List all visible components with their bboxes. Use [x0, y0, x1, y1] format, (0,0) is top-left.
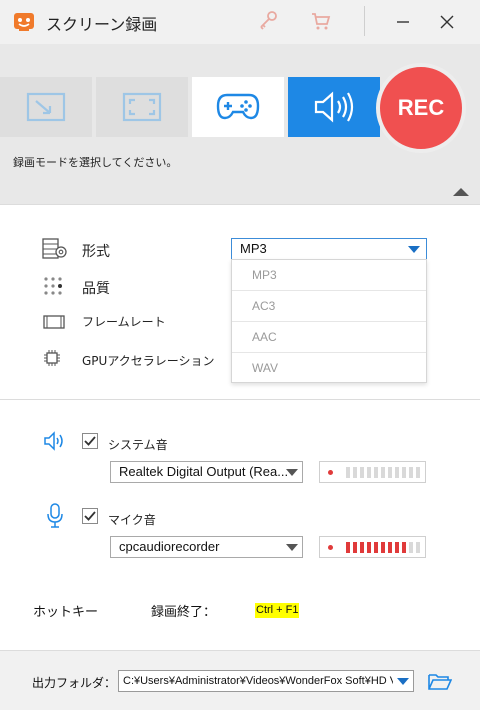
level-bar	[402, 467, 406, 478]
format-select-value: MP3	[240, 241, 267, 256]
gpu-chip-icon	[44, 350, 60, 366]
format-option[interactable]: WAV	[232, 353, 426, 384]
fullscreen-icon	[122, 92, 162, 122]
framerate-icon	[43, 315, 65, 329]
level-bar	[374, 467, 378, 478]
divider	[0, 204, 480, 205]
mic-label: マイク音	[108, 513, 156, 527]
level-indicator-dot	[328, 545, 333, 550]
level-bar	[374, 542, 378, 553]
level-bar	[395, 467, 399, 478]
level-bar	[353, 542, 357, 553]
hotkey-action-label: 録画終了：	[151, 605, 217, 620]
mode-region-button[interactable]	[0, 77, 92, 137]
level-bar	[346, 467, 350, 478]
level-bar	[381, 467, 385, 478]
titlebar-divider	[364, 6, 365, 36]
mode-audio-button[interactable]	[288, 77, 380, 137]
cart-icon[interactable]	[309, 9, 333, 33]
level-bar	[416, 467, 420, 478]
level-bar	[367, 467, 371, 478]
level-bar	[388, 467, 392, 478]
level-bar	[367, 542, 371, 553]
level-bar	[360, 542, 364, 553]
format-settings-icon	[42, 238, 67, 259]
mode-game-button[interactable]	[192, 77, 284, 137]
level-bar	[388, 542, 392, 553]
window-title: スクリーン録画	[46, 15, 158, 34]
format-option[interactable]: MP3	[232, 260, 426, 291]
divider	[0, 399, 480, 400]
output-folder-label: 出力フォルダ：	[32, 676, 117, 690]
level-bar	[346, 542, 350, 553]
hotkey-section-label: ホットキー	[33, 605, 99, 620]
rec-button[interactable]: REC	[376, 63, 466, 153]
output-path-value: C:¥Users¥Administrator¥Videos¥WonderFox …	[123, 675, 413, 687]
mic-device-value: cpcaudiorecorder	[119, 539, 220, 554]
gamepad-icon	[216, 93, 260, 120]
key-icon[interactable]	[256, 9, 280, 33]
level-bar	[381, 542, 385, 553]
mic-checkbox[interactable]	[82, 508, 98, 524]
hotkey-combo[interactable]: Ctrl + F1	[255, 603, 300, 618]
chevron-down-icon	[397, 678, 409, 685]
level-bar	[409, 542, 413, 553]
checkmark-icon	[84, 436, 96, 446]
mic-device-select[interactable]: cpcaudiorecorder	[110, 536, 303, 558]
level-bar	[395, 542, 399, 553]
speaker-icon	[314, 91, 354, 123]
level-bar	[402, 542, 406, 553]
system-sound-checkbox[interactable]	[82, 433, 98, 449]
system-sound-label: システム音	[108, 438, 168, 452]
gpu-label: GPUアクセラレーション	[82, 354, 215, 368]
level-bar	[360, 467, 364, 478]
title-bar: スクリーン録画	[0, 0, 480, 44]
level-bar	[416, 542, 420, 553]
output-path-dropdown-button[interactable]	[393, 671, 413, 691]
chevron-down-icon	[286, 544, 298, 551]
system-sound-device-value: Realtek Digital Output (Rea...	[119, 464, 289, 479]
level-indicator-dot	[328, 470, 333, 475]
mode-hint-text: 録画モードを選択してください。	[13, 156, 178, 169]
mic-level-meter	[319, 536, 426, 558]
region-capture-icon	[26, 92, 66, 122]
chevron-down-icon	[408, 246, 420, 253]
format-option[interactable]: AAC	[232, 322, 426, 353]
collapse-arrow-icon[interactable]	[453, 188, 469, 196]
minimize-button[interactable]	[388, 8, 418, 36]
quality-label: 品質	[82, 281, 110, 297]
close-button[interactable]	[432, 8, 462, 36]
microphone-icon	[47, 503, 63, 528]
app-logo-icon	[14, 13, 34, 31]
chevron-down-icon	[286, 469, 298, 476]
framerate-label: フレームレート	[82, 315, 166, 329]
system-sound-speaker-icon	[44, 431, 63, 451]
format-option[interactable]: AC3	[232, 291, 426, 322]
system-sound-level-meter	[319, 461, 426, 483]
folder-open-icon[interactable]	[428, 673, 452, 691]
level-bar	[409, 467, 413, 478]
level-bar	[353, 467, 357, 478]
output-path-input[interactable]: C:¥Users¥Administrator¥Videos¥WonderFox …	[118, 670, 414, 692]
format-dropdown-list: MP3 AC3 AAC WAV	[231, 259, 427, 383]
format-label: 形式	[82, 244, 110, 260]
format-select[interactable]: MP3	[231, 238, 427, 260]
system-sound-device-select[interactable]: Realtek Digital Output (Rea...	[110, 461, 303, 483]
quality-icon	[44, 277, 62, 295]
mode-fullscreen-button[interactable]	[96, 77, 188, 137]
checkmark-icon	[84, 511, 96, 521]
